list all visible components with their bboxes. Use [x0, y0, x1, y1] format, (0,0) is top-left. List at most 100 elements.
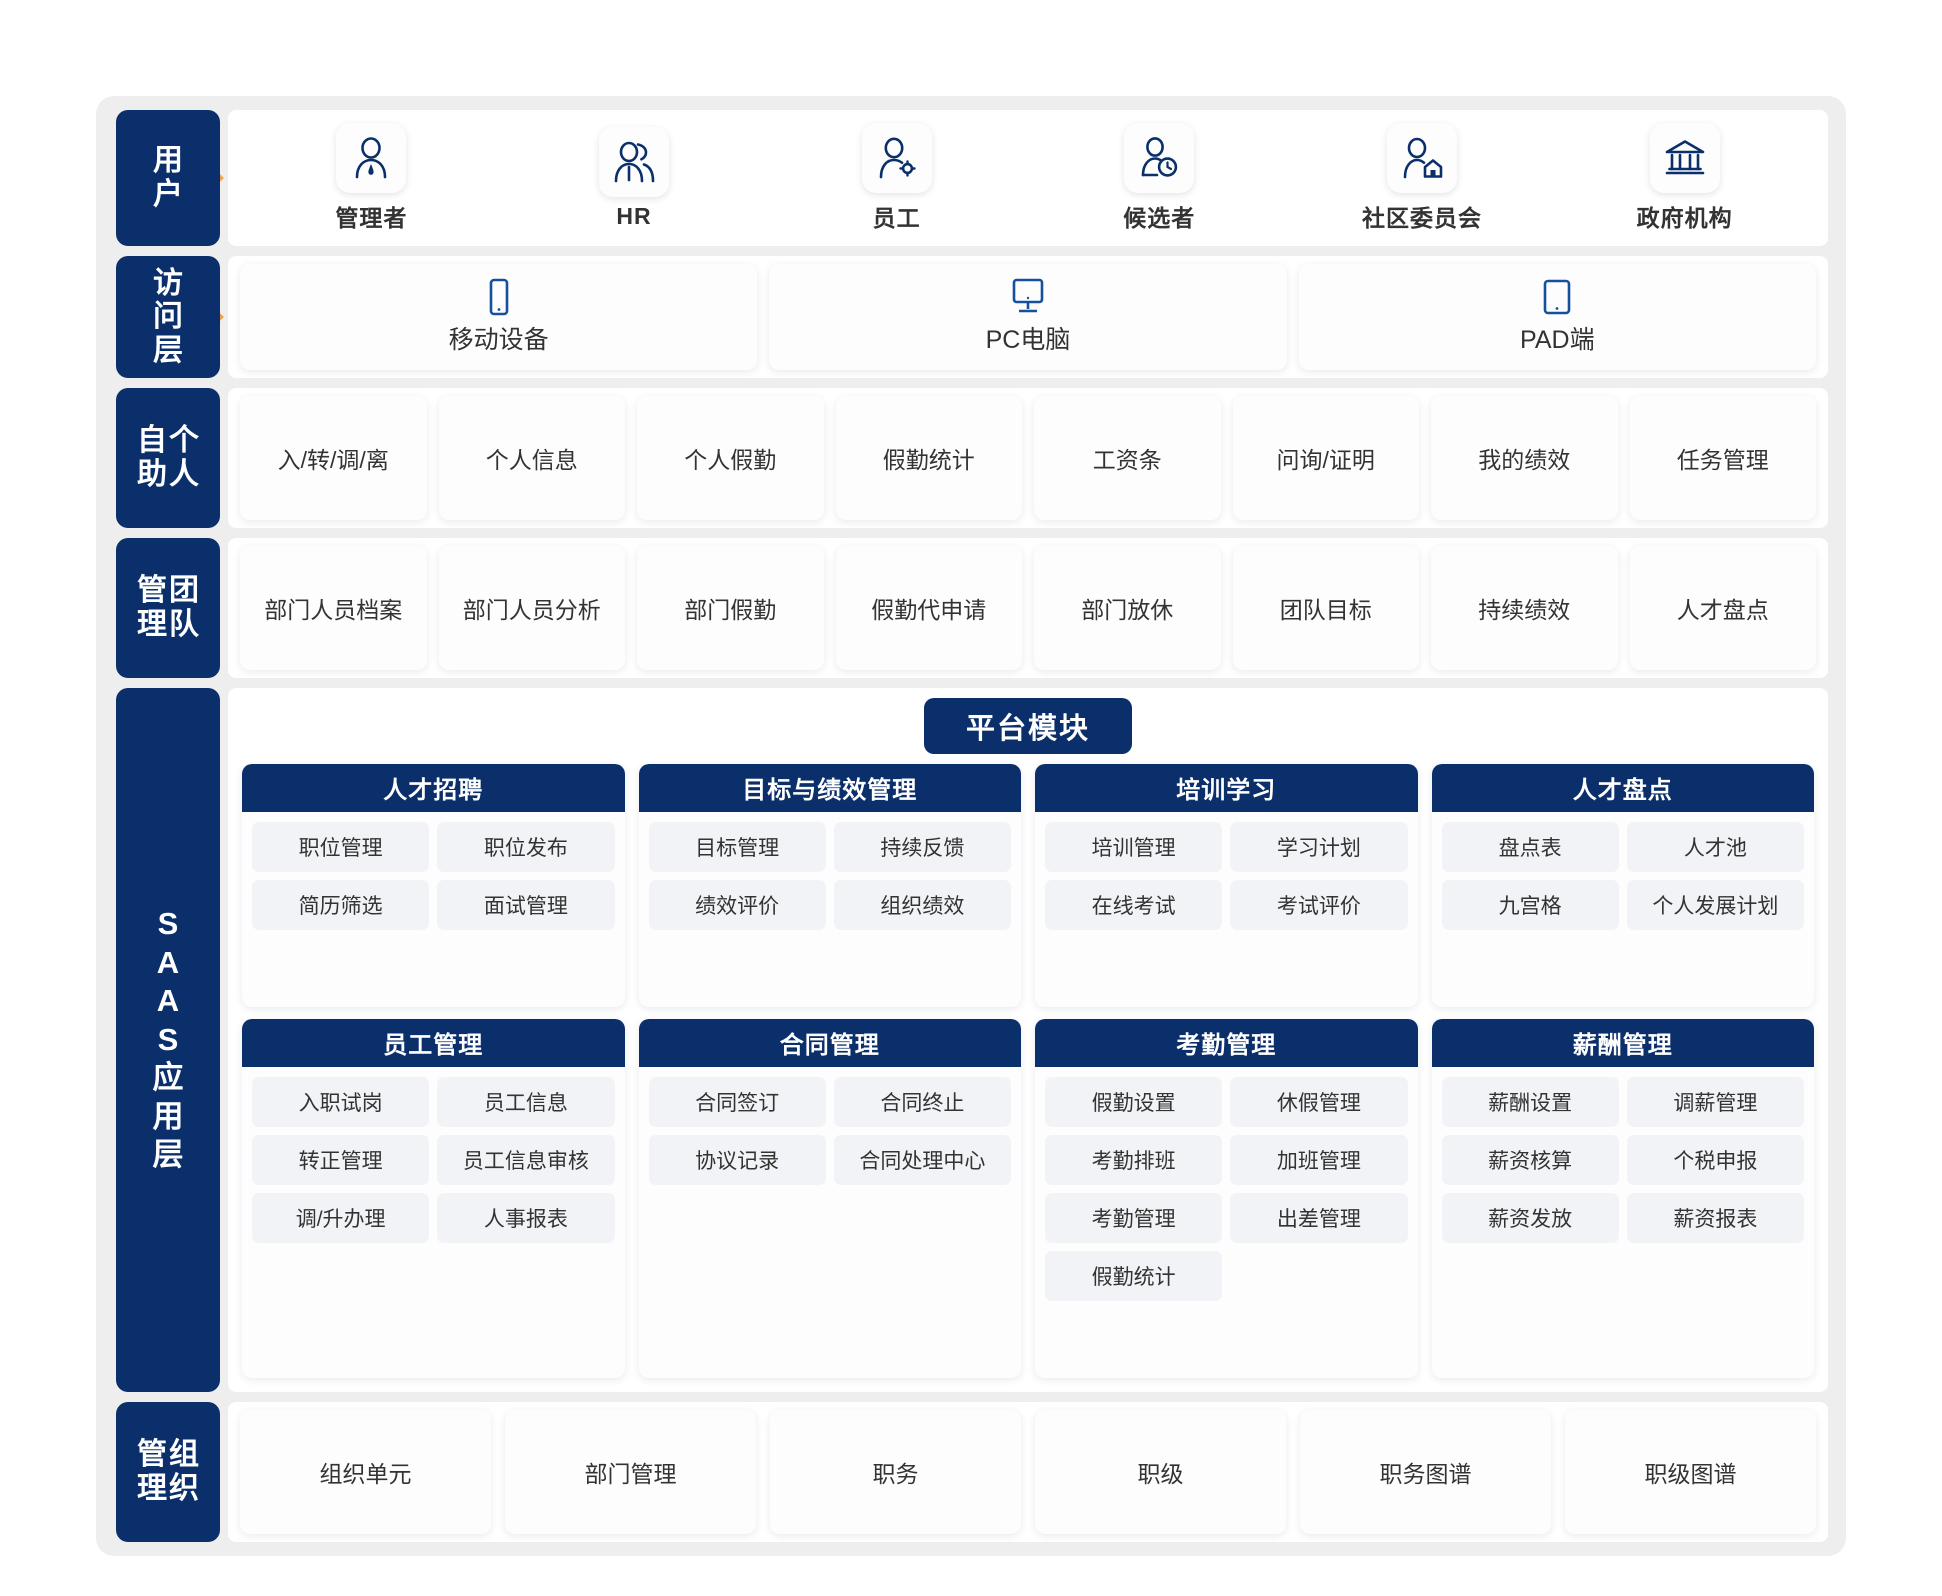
module-item[interactable]: 个人发展计划 — [1626, 880, 1804, 930]
self-service-cell[interactable]: 入/转/调/离 — [240, 396, 427, 520]
access-card-mobile[interactable]: 移动设备 — [240, 264, 758, 370]
user-label: HR — [616, 202, 652, 229]
module-item[interactable]: 合同签订 — [648, 1077, 826, 1127]
team-cell[interactable]: 部门人员档案 — [240, 546, 427, 670]
team-cell[interactable]: 人才盘点 — [1629, 546, 1816, 670]
sidebar-saas-c0: S — [157, 906, 179, 942]
sidebar-access-char-1: 问 — [153, 300, 183, 334]
self-service-cell[interactable]: 我的绩效 — [1431, 396, 1618, 520]
module-item[interactable]: 假勤统计 — [1045, 1251, 1223, 1301]
module-item[interactable]: 薪资发放 — [1441, 1193, 1619, 1243]
module-item[interactable]: 职位发布 — [437, 822, 615, 872]
module-item[interactable]: 职位管理 — [252, 822, 430, 872]
organization-cell[interactable]: 职务图谱 — [1300, 1410, 1551, 1534]
module-item[interactable]: 假勤设置 — [1045, 1077, 1223, 1127]
module-item[interactable]: 员工信息 — [437, 1077, 615, 1127]
module-item[interactable]: 人才池 — [1626, 822, 1804, 872]
team-cell[interactable]: 部门人员分析 — [438, 546, 625, 670]
panel-access-layer: 移动设备 PC电脑 PAD端 — [228, 256, 1828, 378]
module-item[interactable]: 简历筛选 — [252, 880, 430, 930]
team-cell[interactable]: 团队目标 — [1232, 546, 1419, 670]
user-item[interactable]: 管理者 — [276, 123, 466, 233]
user-item[interactable]: HR — [539, 126, 729, 230]
tablet-icon — [1540, 278, 1574, 316]
module-item[interactable]: 面试管理 — [437, 880, 615, 930]
panel-team-management: 部门人员档案 部门人员分析 部门假勤 假勤代申请 部门放休 团队目标 持续绩效 … — [228, 538, 1828, 678]
self-service-cell[interactable]: 任务管理 — [1629, 396, 1816, 520]
organization-cell[interactable]: 部门管理 — [505, 1410, 756, 1534]
user-item[interactable]: 社区委员会 — [1327, 123, 1517, 233]
organization-cell[interactable]: 职级图谱 — [1565, 1410, 1816, 1534]
access-label: PC电脑 — [985, 326, 1071, 354]
module-item[interactable]: 合同终止 — [833, 1077, 1011, 1127]
module-item[interactable]: 入职试岗 — [252, 1077, 430, 1127]
row-access-layer: 访 问 层 移动设备 PC电脑 PAD端 — [116, 256, 1828, 378]
module-item[interactable]: 转正管理 — [252, 1135, 430, 1185]
access-card-pad[interactable]: PAD端 — [1298, 264, 1816, 370]
self-service-cell[interactable]: 问询/证明 — [1232, 396, 1419, 520]
user-single-icon — [336, 123, 407, 193]
module-item[interactable]: 人事报表 — [437, 1193, 615, 1243]
module-title: 员工管理 — [242, 1019, 625, 1067]
sidebar-label-team-management: 团 队 管 理 — [116, 538, 220, 678]
self-service-cell[interactable]: 个人假勤 — [637, 396, 824, 520]
sidebar-team-b0: 管 — [137, 574, 167, 608]
sidebar-users-char-1: 户 — [153, 178, 183, 211]
organization-cell[interactable]: 组织单元 — [240, 1410, 491, 1534]
module-item[interactable]: 考勤排班 — [1045, 1135, 1223, 1185]
sidebar-self-a1: 人 — [169, 458, 199, 491]
module-item[interactable]: 协议记录 — [648, 1135, 826, 1185]
row-self-service: 个 人 自 助 入/转/调/离 个人信息 个人假勤 假勤统计 工资条 问询/证明… — [116, 388, 1828, 528]
module-item[interactable]: 在线考试 — [1045, 880, 1223, 930]
organization-cell[interactable]: 职级 — [1035, 1410, 1286, 1534]
access-card-pc[interactable]: PC电脑 — [769, 264, 1287, 370]
self-service-cell[interactable]: 工资条 — [1034, 396, 1221, 520]
module-item[interactable]: 调/升办理 — [252, 1193, 430, 1243]
module-item[interactable]: 持续反馈 — [833, 822, 1011, 872]
module-compensation-management: 薪酬管理 薪酬设置 调薪管理 薪资核算 个税申报 薪资发放 薪资报表 — [1431, 1019, 1814, 1378]
user-item[interactable]: 候选者 — [1064, 123, 1254, 233]
module-item[interactable]: 盘点表 — [1441, 822, 1619, 872]
access-label: PAD端 — [1520, 326, 1595, 354]
user-label: 管理者 — [335, 205, 408, 231]
module-contract-management: 合同管理 合同签订 合同终止 协议记录 合同处理中心 — [638, 1019, 1021, 1378]
user-item[interactable]: 政府机构 — [1590, 123, 1780, 233]
sidebar-self-a0: 个 — [169, 424, 199, 458]
panel-saas-layer: 平台模块 人才招聘 职位管理 职位发布 简历筛选 面试管理 目标与绩效管理 目标… — [228, 688, 1828, 1392]
team-cell[interactable]: 持续绩效 — [1431, 546, 1618, 670]
module-item[interactable]: 薪资核算 — [1441, 1135, 1619, 1185]
module-item[interactable]: 出差管理 — [1230, 1193, 1408, 1243]
module-item[interactable]: 调薪管理 — [1626, 1077, 1804, 1127]
module-item[interactable]: 薪资报表 — [1626, 1193, 1804, 1243]
module-item[interactable]: 休假管理 — [1230, 1077, 1408, 1127]
sidebar-users-char-0: 用 — [153, 144, 183, 178]
module-item[interactable]: 考试评价 — [1230, 880, 1408, 930]
module-item[interactable]: 目标管理 — [648, 822, 826, 872]
user-item[interactable]: 员工 — [802, 123, 992, 233]
team-cell[interactable]: 部门假勤 — [637, 546, 824, 670]
team-cell[interactable]: 假勤代申请 — [835, 546, 1022, 670]
sidebar-label-organization-management: 组 织 管 理 — [116, 1402, 220, 1542]
user-label: 员工 — [872, 205, 921, 231]
module-item[interactable]: 加班管理 — [1230, 1135, 1408, 1185]
module-item[interactable]: 学习计划 — [1230, 822, 1408, 872]
organization-cell[interactable]: 职务 — [770, 1410, 1021, 1534]
module-title: 考勤管理 — [1035, 1019, 1418, 1067]
team-cell[interactable]: 部门放休 — [1034, 546, 1221, 670]
module-item[interactable]: 员工信息审核 — [437, 1135, 615, 1185]
module-item[interactable]: 九宫格 — [1441, 880, 1619, 930]
module-item[interactable]: 考勤管理 — [1045, 1193, 1223, 1243]
module-item[interactable]: 培训管理 — [1045, 822, 1223, 872]
module-item[interactable]: 组织绩效 — [833, 880, 1011, 930]
sidebar-team-b1: 理 — [137, 608, 167, 641]
module-item[interactable]: 个税申报 — [1626, 1135, 1804, 1185]
module-item[interactable]: 薪酬设置 — [1441, 1077, 1619, 1127]
sidebar-saas-c5: 用 — [152, 1098, 184, 1134]
self-service-cell[interactable]: 个人信息 — [438, 396, 625, 520]
sidebar-team-a1: 队 — [169, 608, 199, 641]
self-service-cell[interactable]: 假勤统计 — [835, 396, 1022, 520]
module-title: 目标与绩效管理 — [638, 764, 1021, 812]
module-item[interactable]: 绩效评价 — [648, 880, 826, 930]
sidebar-label-users: 用 户 — [116, 110, 220, 246]
module-item[interactable]: 合同处理中心 — [833, 1135, 1011, 1185]
